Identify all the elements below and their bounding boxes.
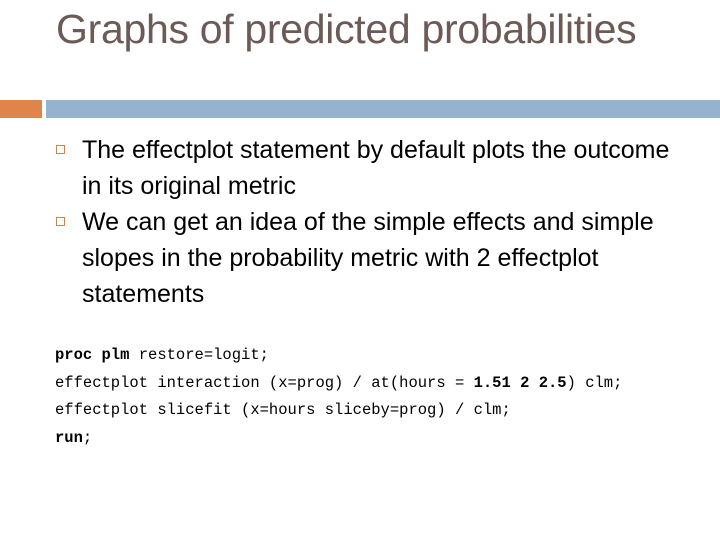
code-line: run;: [55, 425, 622, 453]
bullet-list: The effectplot statement by default plot…: [54, 132, 694, 312]
bullet-text: The effectplot statement by default plot…: [82, 136, 670, 200]
code-text: ;: [82, 428, 93, 447]
accent-bar-orange: [0, 100, 42, 118]
slide-title: Graphs of predicted probabilities: [56, 6, 637, 52]
bullet-item: The effectplot statement by default plot…: [54, 132, 694, 204]
code-keyword: run: [55, 428, 83, 447]
code-values: 1.51 2 2.5: [473, 373, 567, 392]
bullet-text: We can get an idea of the simple effects…: [82, 208, 654, 308]
code-line: effectplot interaction (x=prog) / at(hou…: [55, 370, 622, 398]
code-line: effectplot slicefit (x=hours sliceby=pro…: [55, 397, 622, 425]
hollow-square-bullet-icon: [56, 145, 65, 154]
accent-bar-blue: [46, 100, 720, 118]
hollow-square-bullet-icon: [56, 217, 65, 226]
code-block: proc plm restore=logit; effectplot inter…: [55, 342, 622, 452]
code-keyword: proc plm: [55, 346, 130, 364]
code-line: proc plm restore=logit;: [55, 342, 622, 370]
bullet-item: We can get an idea of the simple effects…: [54, 204, 694, 312]
code-text: restore=logit;: [129, 346, 269, 364]
code-text: effectplot slicefit (x=hours sliceby=pro…: [55, 401, 511, 419]
code-text: ) clm;: [566, 373, 623, 392]
code-text: effectplot interaction (x=prog) / at(hou…: [55, 373, 474, 392]
